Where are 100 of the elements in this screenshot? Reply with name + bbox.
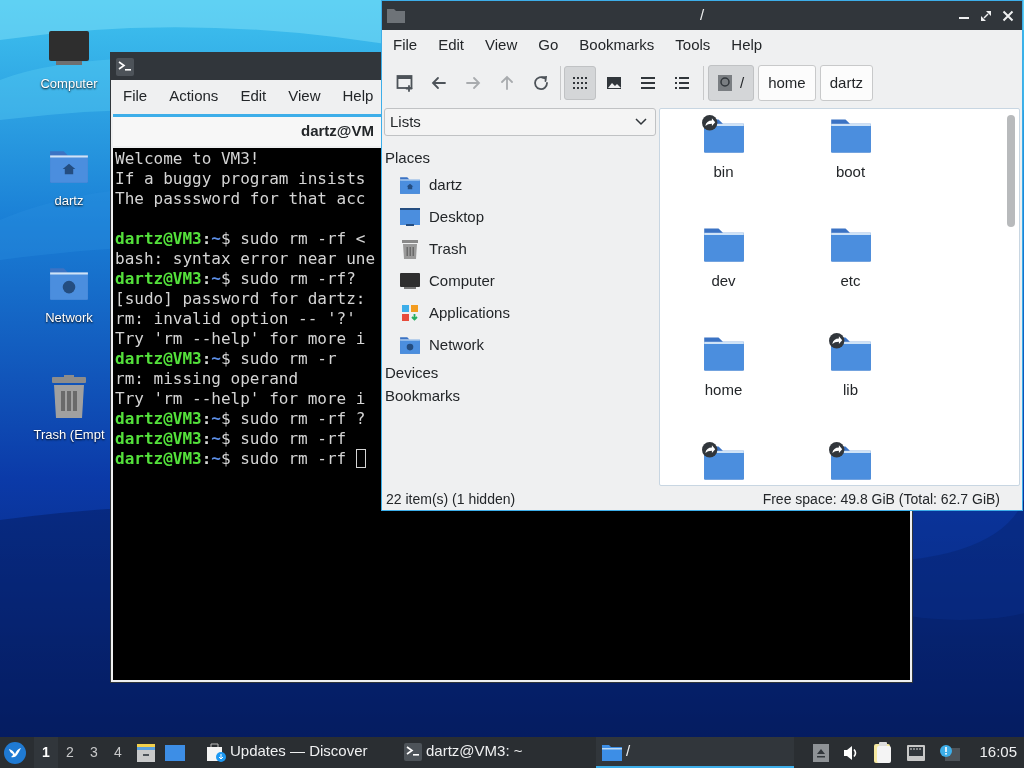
- file-name[interactable]: boot: [835, 160, 866, 184]
- desktop-icon[interactable]: [164, 743, 186, 762]
- maximize-icon[interactable]: [980, 9, 992, 22]
- start-menu-icon[interactable]: [4, 741, 26, 764]
- prompt-user: dartz@VM3: [115, 429, 202, 449]
- menu-item[interactable]: Go: [531, 33, 566, 57]
- terminal-line: [sudo] password for dartz:: [115, 289, 366, 309]
- terminal-line: rm: missing operand: [115, 369, 299, 389]
- sidebar-item[interactable]: Applications: [384, 297, 656, 329]
- workspace-button[interactable]: 1: [34, 737, 58, 768]
- menu-item[interactable]: Help: [724, 33, 770, 57]
- prompt-user: dartz@VM3: [115, 229, 202, 249]
- view-mode-button[interactable]: [564, 66, 596, 100]
- detailed-list-icon: [674, 76, 690, 90]
- desktop-icon: [399, 206, 421, 228]
- prompt-symbol: $: [221, 449, 231, 469]
- new-window-icon: [396, 74, 414, 92]
- path-button[interactable]: dartz: [819, 65, 874, 101]
- prompt-colon: :: [201, 269, 212, 289]
- sidebar-item[interactable]: Computer: [384, 265, 656, 297]
- sidebar-item[interactable]: Desktop: [384, 201, 656, 233]
- terminal-icon: [404, 742, 422, 761]
- drive-icon: [718, 75, 732, 91]
- close-icon[interactable]: [1002, 9, 1014, 22]
- prompt-user: dartz@VM3: [115, 409, 202, 429]
- terminal-line: Try 'rm --help' for more i: [115, 329, 366, 349]
- menu-item[interactable]: File: [117, 85, 154, 108]
- desktop-icon-label[interactable]: Network: [45, 308, 93, 328]
- list-icon: [640, 76, 656, 90]
- file-cabinet-icon[interactable]: [136, 742, 156, 763]
- sidebar-item[interactable]: dartz: [384, 169, 656, 201]
- prompt-user: dartz@VM3: [115, 449, 202, 469]
- path-button[interactable]: home: [758, 65, 816, 101]
- folder-icon: [387, 8, 405, 23]
- prompt-user: dartz@VM3: [115, 269, 202, 289]
- trash-icon: [50, 375, 88, 419]
- file-name[interactable]: lib: [843, 378, 858, 402]
- clock[interactable]: 16:05: [979, 741, 1017, 764]
- file-name[interactable]: home: [704, 378, 743, 402]
- sidebar-item[interactable]: Trash: [384, 233, 656, 265]
- workspace-button[interactable]: 3: [82, 737, 106, 768]
- icon-grid-icon: [572, 76, 588, 90]
- file-name[interactable]: etc: [840, 269, 861, 293]
- terminal-line: Try 'rm --help' for more i: [115, 389, 366, 409]
- scrollbar[interactable]: [1007, 115, 1015, 227]
- task-button[interactable]: dartz@VM3: ~: [398, 737, 596, 768]
- task-button[interactable]: /: [596, 737, 794, 768]
- menu-item[interactable]: Bookmarks: [572, 33, 662, 57]
- wired-network-icon[interactable]: [906, 743, 927, 762]
- prompt-symbol: $: [221, 409, 231, 429]
- menu-item[interactable]: Help: [336, 85, 380, 108]
- sidebar-item[interactable]: Network: [384, 329, 656, 361]
- desktop-icon-label[interactable]: Trash (Empt: [33, 425, 105, 445]
- prompt-colon: :: [201, 349, 212, 369]
- workspace-button[interactable]: 2: [58, 737, 82, 768]
- workspace-button[interactable]: 4: [106, 737, 130, 768]
- prompt-symbol: $: [221, 229, 231, 249]
- prompt-path: ~: [211, 269, 221, 289]
- file-name[interactable]: dev: [711, 269, 736, 293]
- sidebar-section-header[interactable]: Devices: [384, 361, 656, 384]
- prompt-colon: :: [201, 449, 212, 469]
- network-folder-icon: [399, 335, 421, 355]
- prompt-path: ~: [211, 449, 221, 469]
- terminal-command: sudo rm -r: [240, 349, 337, 369]
- free-space: Free space: 49.8 GiB (Total: 62.7 GiB): [762, 489, 1001, 509]
- sidebar-section-header[interactable]: Bookmarks: [384, 384, 656, 407]
- file-name[interactable]: bin: [713, 160, 734, 184]
- prompt-symbol: $: [221, 269, 231, 289]
- prompt-colon: :: [201, 229, 212, 249]
- up-arrow-icon: [499, 75, 515, 91]
- menu-item[interactable]: Actions: [163, 85, 225, 108]
- clipboard-icon[interactable]: [873, 741, 894, 764]
- applications-icon: [399, 302, 421, 324]
- path-button[interactable]: /: [708, 65, 755, 101]
- forward-arrow-icon: [465, 75, 481, 91]
- home-folder-icon: [399, 175, 421, 195]
- back-arrow-icon: [431, 75, 447, 91]
- desktop-icon-label[interactable]: dartz: [54, 191, 84, 211]
- terminal-icon: [116, 57, 134, 76]
- menu-item[interactable]: View: [478, 33, 525, 57]
- prompt-colon: :: [201, 409, 212, 429]
- eject-icon[interactable]: [813, 743, 830, 762]
- prompt-path: ~: [211, 429, 221, 449]
- menu-item[interactable]: File: [386, 33, 425, 57]
- task-button[interactable]: Updates — Discover: [200, 737, 398, 768]
- notification-icon[interactable]: [939, 743, 962, 762]
- menu-item[interactable]: Tools: [668, 33, 718, 57]
- terminal-command: sudo rm -rf: [240, 449, 347, 469]
- sidebar-mode-dropdown[interactable]: Lists: [384, 108, 656, 136]
- prompt-user: dartz@VM3: [115, 349, 202, 369]
- monitor-icon: [48, 30, 90, 68]
- terminal-command: sudo rm -rf <: [240, 229, 366, 249]
- prompt-path: ~: [211, 349, 221, 369]
- monitor-icon: [399, 270, 421, 292]
- menu-item[interactable]: View: [282, 85, 327, 108]
- sidebar-section-header[interactable]: Places: [384, 146, 656, 169]
- menu-item[interactable]: Edit: [431, 33, 472, 57]
- prompt-colon: :: [201, 429, 212, 449]
- terminal-line: rm: invalid option -- '?': [115, 309, 356, 329]
- menu-item[interactable]: Edit: [234, 85, 273, 108]
